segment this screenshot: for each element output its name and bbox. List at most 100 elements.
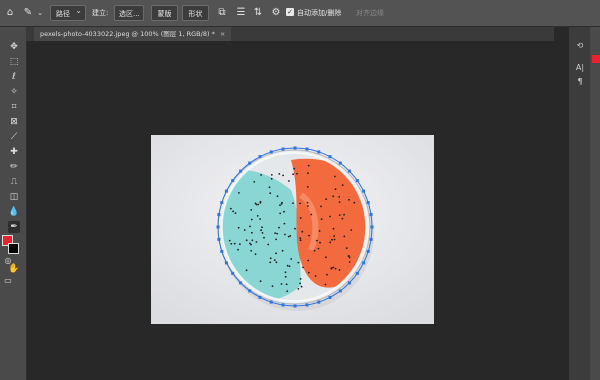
- seed-dot: [228, 239, 231, 242]
- seed-dot: [270, 174, 273, 176]
- path-anchor-point: [217, 213, 221, 217]
- clone-stamp-tool-icon[interactable]: ⎍: [8, 176, 20, 188]
- eyedropper-tool-icon[interactable]: ⟋: [8, 131, 20, 143]
- blur-tool-icon[interactable]: 💧: [8, 206, 20, 218]
- seed-dot: [288, 180, 290, 182]
- seed-dot: [279, 204, 281, 207]
- seed-dot: [243, 229, 246, 231]
- screen-mode-icon[interactable]: ▭: [2, 275, 14, 287]
- path-anchor-point: [258, 295, 262, 299]
- seed-dot: [237, 248, 239, 251]
- seed-dot: [254, 253, 257, 256]
- shape-button[interactable]: 形状: [182, 5, 209, 21]
- seed-dot: [279, 212, 282, 215]
- selection-button[interactable]: 选区...: [114, 5, 144, 21]
- seed-dot: [334, 267, 337, 270]
- path-anchor-point: [366, 201, 370, 205]
- background-color-swatch[interactable]: [8, 243, 19, 254]
- seed-dot: [268, 186, 271, 189]
- seed-dot: [348, 261, 351, 263]
- seed-dot: [299, 282, 301, 285]
- path-arrangement-icon[interactable]: ⇅: [252, 7, 264, 19]
- path-anchor-point: [239, 281, 243, 285]
- pen-tool-preset-icon[interactable]: ✎: [22, 7, 34, 19]
- path-anchor-point: [224, 189, 228, 193]
- seed-dot: [276, 232, 278, 235]
- magic-wand-tool-icon[interactable]: ✧: [8, 86, 20, 98]
- seed-dot: [256, 215, 259, 217]
- quick-mask-icon[interactable]: ◎: [2, 255, 14, 267]
- close-icon[interactable]: ×: [220, 30, 225, 38]
- seed-dot: [330, 267, 333, 269]
- document-tab[interactable]: pexels-photo-4033022.jpeg @ 100% (图层 1, …: [34, 27, 232, 41]
- seed-dot: [343, 213, 345, 216]
- seed-dot: [317, 247, 320, 250]
- path-anchor-point: [338, 289, 342, 293]
- checkbox-checked-icon[interactable]: ✓: [286, 8, 294, 16]
- gear-icon[interactable]: ⚙: [270, 7, 282, 19]
- eraser-tool-icon[interactable]: ◫: [8, 191, 20, 203]
- seed-dot: [297, 288, 300, 290]
- pen-tool-icon[interactable]: ✒: [8, 221, 20, 233]
- seed-dot: [270, 177, 273, 180]
- crop-tool-icon[interactable]: ⌗: [8, 101, 20, 113]
- document-canvas[interactable]: [151, 135, 434, 324]
- chevron-down-icon[interactable]: ⌄: [34, 7, 46, 19]
- seed-dot: [320, 205, 322, 208]
- character-panel-icon[interactable]: A|: [574, 63, 586, 72]
- color-panel-swatch[interactable]: [592, 55, 600, 63]
- seed-dot: [260, 174, 262, 176]
- seed-dot: [310, 213, 313, 216]
- seed-dot: [278, 226, 280, 229]
- path-anchor-point: [220, 201, 224, 205]
- seed-dot: [292, 173, 294, 176]
- seed-dot: [250, 209, 253, 211]
- path-anchor-point: [231, 271, 235, 275]
- path-anchor-point: [369, 237, 373, 241]
- path-anchor-point: [281, 303, 285, 307]
- seed-dot: [348, 198, 350, 201]
- path-anchor-point: [293, 146, 297, 150]
- seed-dot: [290, 258, 293, 260]
- history-panel-icon[interactable]: ⟲: [574, 41, 586, 50]
- brush-tool-icon[interactable]: ✏: [8, 161, 20, 173]
- path-anchor-point: [328, 295, 332, 299]
- seed-dot: [292, 202, 294, 204]
- seed-dot: [273, 259, 276, 261]
- seed-dot: [299, 202, 301, 205]
- seed-dot: [283, 210, 285, 213]
- move-tool-icon[interactable]: ✥: [8, 41, 20, 53]
- right-panel-dock: ⟲ A| ¶: [568, 27, 591, 380]
- seed-dot: [261, 226, 263, 229]
- path-anchor-point: [347, 169, 351, 173]
- healing-brush-tool-icon[interactable]: ✚: [8, 146, 20, 158]
- home-icon[interactable]: ⌂: [4, 7, 16, 19]
- seed-dot: [333, 235, 336, 237]
- seed-dot: [260, 229, 262, 232]
- align-edges-label: 对齐边缘: [356, 9, 384, 17]
- path-anchor-point: [305, 303, 309, 307]
- mask-button[interactable]: 蒙版: [151, 5, 178, 21]
- seed-dot: [332, 195, 335, 198]
- seed-dot: [285, 283, 288, 286]
- seed-dot: [299, 239, 302, 242]
- mode-dropdown[interactable]: 路径: [50, 3, 86, 21]
- seed-dot: [334, 188, 337, 191]
- seed-dot: [307, 271, 310, 274]
- path-anchor-point: [338, 161, 342, 165]
- path-operations-icon[interactable]: ⧉: [216, 7, 228, 19]
- paragraph-panel-icon[interactable]: ¶: [574, 77, 586, 86]
- path-alignment-icon[interactable]: ☰: [235, 7, 247, 19]
- path-anchor-point: [328, 155, 332, 159]
- lasso-tool-icon[interactable]: ℓ: [8, 71, 20, 83]
- seed-dot: [233, 242, 236, 245]
- path-anchor-point: [362, 189, 366, 193]
- seed-dot: [338, 214, 341, 216]
- seed-dot: [331, 238, 333, 241]
- path-anchor-point: [347, 281, 351, 285]
- frame-tool-icon[interactable]: ⊠: [8, 116, 20, 128]
- seed-dot: [296, 172, 298, 175]
- seed-dot: [338, 201, 341, 203]
- marquee-tool-icon[interactable]: ⬚: [8, 56, 20, 68]
- seed-dot: [284, 271, 287, 274]
